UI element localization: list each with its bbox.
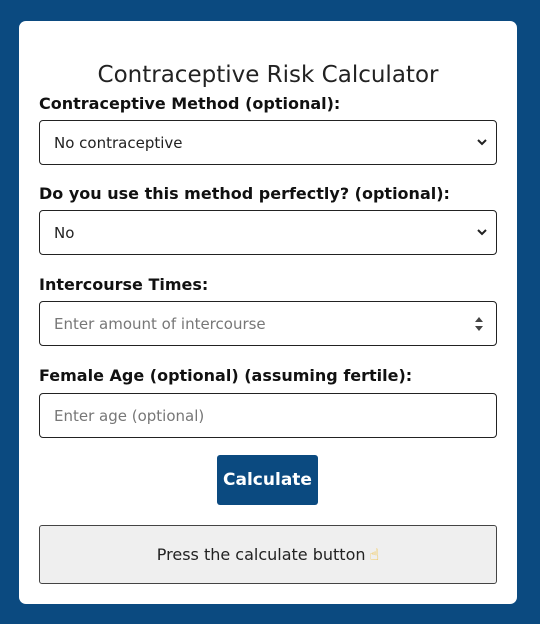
perfect-use-select[interactable]: No <box>39 210 497 255</box>
chevron-down-icon <box>477 229 487 236</box>
perfect-use-value: No <box>54 224 75 242</box>
age-label: Female Age (optional) (assuming fertile)… <box>39 366 413 385</box>
age-input[interactable]: Enter age (optional) <box>39 393 497 438</box>
contraceptive-method-value: No contraceptive <box>54 134 183 152</box>
intercourse-input[interactable]: Enter amount of intercourse <box>39 301 497 346</box>
perfect-use-label: Do you use this method perfectly? (optio… <box>39 184 450 203</box>
contraceptive-method-select[interactable]: No contraceptive <box>39 120 497 165</box>
result-text: Press the calculate button <box>156 545 366 564</box>
pointing-up-hand-icon: ☝ <box>369 545 380 564</box>
chevron-down-icon <box>477 139 487 146</box>
calculator-card: Contraceptive Risk Calculator Contracept… <box>19 21 517 604</box>
method-label: Contraceptive Method (optional): <box>39 94 341 113</box>
intercourse-placeholder: Enter amount of intercourse <box>54 315 266 333</box>
intercourse-label: Intercourse Times: <box>39 275 209 294</box>
result-box: Press the calculate button ☝ <box>39 525 497 584</box>
age-placeholder: Enter age (optional) <box>54 407 205 425</box>
page-title: Contraceptive Risk Calculator <box>97 62 439 88</box>
spinner-arrows-icon[interactable] <box>474 314 484 334</box>
calculate-button[interactable]: Calculate <box>217 455 318 505</box>
